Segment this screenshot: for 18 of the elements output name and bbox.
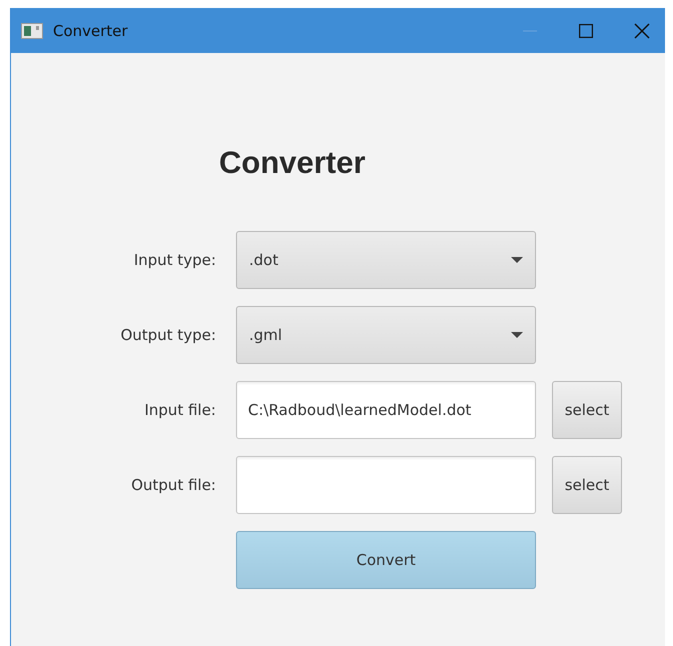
field-label: Input type:: [134, 251, 216, 269]
convert-button[interactable]: Convert: [236, 531, 536, 589]
heading: Converter: [219, 145, 366, 181]
field-label: Input file:: [144, 401, 216, 419]
window-title: Converter: [53, 22, 129, 40]
dropdown[interactable]: .dot: [236, 231, 536, 289]
field-label: Output type:: [120, 326, 216, 344]
maximize-icon[interactable]: [579, 24, 593, 38]
select-button[interactable]: select: [552, 456, 622, 514]
close-icon[interactable]: [634, 22, 650, 38]
select-button[interactable]: select: [552, 381, 622, 439]
field-label: Output file:: [131, 476, 216, 494]
app-icon: [21, 22, 43, 38]
caret-icon: [511, 332, 523, 338]
input-field[interactable]: [236, 456, 536, 514]
dropdown[interactable]: .gml: [236, 306, 536, 364]
input-field[interactable]: C:\Radboud\learnedModel.dot: [236, 381, 536, 439]
caret-icon: [511, 257, 523, 263]
